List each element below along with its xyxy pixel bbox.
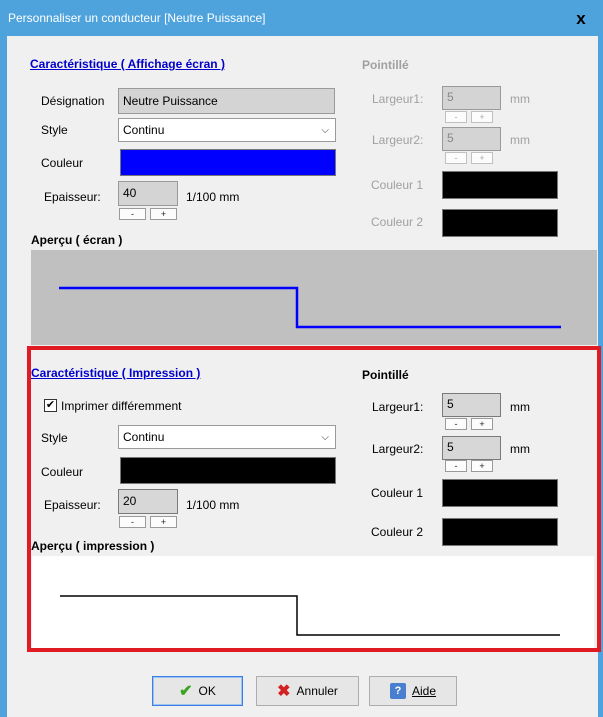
increment-button[interactable]: + [150,208,177,220]
screen-color-swatch[interactable] [120,149,336,176]
screen-width2-unit: mm [510,133,530,147]
designation-label: Désignation [41,94,105,108]
increment-button[interactable]: + [471,111,493,123]
designation-field[interactable]: Neutre Puissance [118,88,335,114]
check-icon: ✔ [179,683,193,700]
close-button[interactable]: x [570,8,592,30]
screen-dotted-title: Pointillé [362,58,409,72]
highlight-box [27,346,601,652]
x-icon: ✖ [277,683,291,700]
window-title: Personnaliser un conducteur [Neutre Puis… [8,11,266,25]
screen-section-title[interactable]: Caractéristique ( Affichage écran ) [30,57,225,71]
help-label: Aide [411,684,437,698]
screen-width2-label: Largeur2: [372,133,424,147]
decrement-button[interactable]: - [445,152,467,164]
screen-width2-stepper: - + [445,152,493,164]
screen-color2-swatch[interactable] [442,209,558,237]
screen-preview-line [59,286,561,329]
screen-color2-label: Couleur 2 [371,215,424,229]
cancel-button[interactable]: ✖ Annuler [256,676,359,706]
chevron-down-icon: ⌵ [321,125,329,136]
screen-color-label: Couleur [41,156,84,170]
screen-thickness-unit: 1/100 mm [186,190,240,204]
screen-thickness-stepper: - + [119,208,178,220]
cancel-label: Annuler [296,684,338,698]
ok-label: OK [198,684,216,698]
screen-width2-field[interactable]: 5 [442,127,501,151]
screen-thickness-field[interactable]: 40 [118,181,178,206]
screen-preview-title: Aperçu ( écran ) [31,233,123,247]
decrement-button[interactable]: - [445,111,467,123]
screen-width1-field[interactable]: 5 [442,86,501,110]
help-icon: ? [389,683,406,699]
screen-thickness-label: Epaisseur: [44,190,101,204]
ok-button[interactable]: ✔ OK [152,676,243,706]
screen-preview [31,250,597,345]
decrement-button[interactable]: - [119,208,146,220]
help-button[interactable]: ? Aide [369,676,457,706]
screen-width1-stepper: - + [445,111,493,123]
increment-button[interactable]: + [471,152,493,164]
screen-style-value: Continu [123,123,165,137]
screen-style-select[interactable]: Continu ⌵ [118,118,336,142]
screen-style-label: Style [41,123,68,137]
screen-color1-label: Couleur 1 [371,178,424,192]
screen-color1-swatch[interactable] [442,171,558,199]
screen-width1-unit: mm [510,92,530,106]
screen-width1-label: Largeur1: [372,92,424,106]
